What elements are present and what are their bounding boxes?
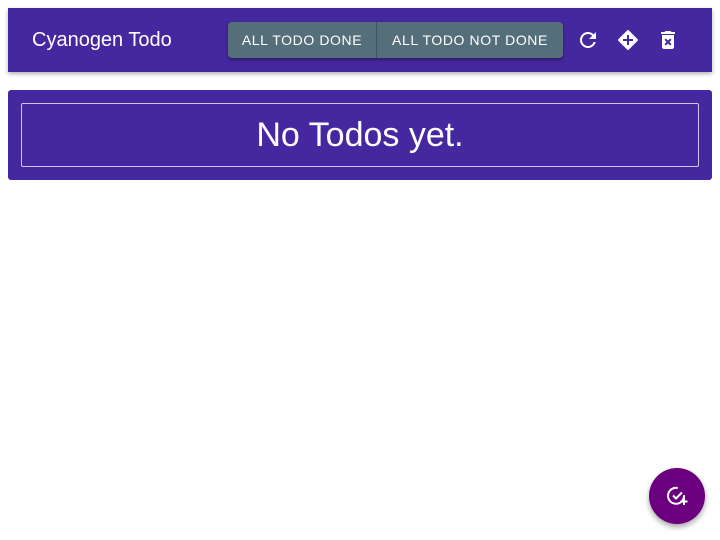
all-todo-done-button[interactable]: ALL TODO DONE (228, 22, 377, 58)
add-task-icon (667, 486, 688, 505)
refresh-button[interactable] (568, 20, 608, 60)
empty-state-message: No Todos yet. (256, 115, 464, 154)
bulk-action-button-group: ALL TODO DONE ALL TODO NOT DONE (228, 22, 563, 58)
app-title: Cyanogen Todo (32, 28, 172, 51)
empty-state-frame: No Todos yet. (21, 103, 699, 167)
add-todo-fab[interactable] (649, 468, 705, 524)
refresh-icon (579, 31, 596, 48)
delete-forever-icon (661, 31, 675, 49)
delete-all-button[interactable] (648, 20, 688, 60)
directions-button[interactable] (608, 20, 648, 60)
empty-state-card: No Todos yet. (8, 90, 712, 180)
toolbar-icons (568, 20, 688, 60)
app-toolbar: Cyanogen Todo ALL TODO DONE ALL TODO NOT… (8, 8, 712, 72)
app-root: Cyanogen Todo ALL TODO DONE ALL TODO NOT… (0, 0, 720, 540)
directions-icon (617, 29, 639, 51)
all-todo-not-done-button[interactable]: ALL TODO NOT DONE (377, 22, 563, 58)
